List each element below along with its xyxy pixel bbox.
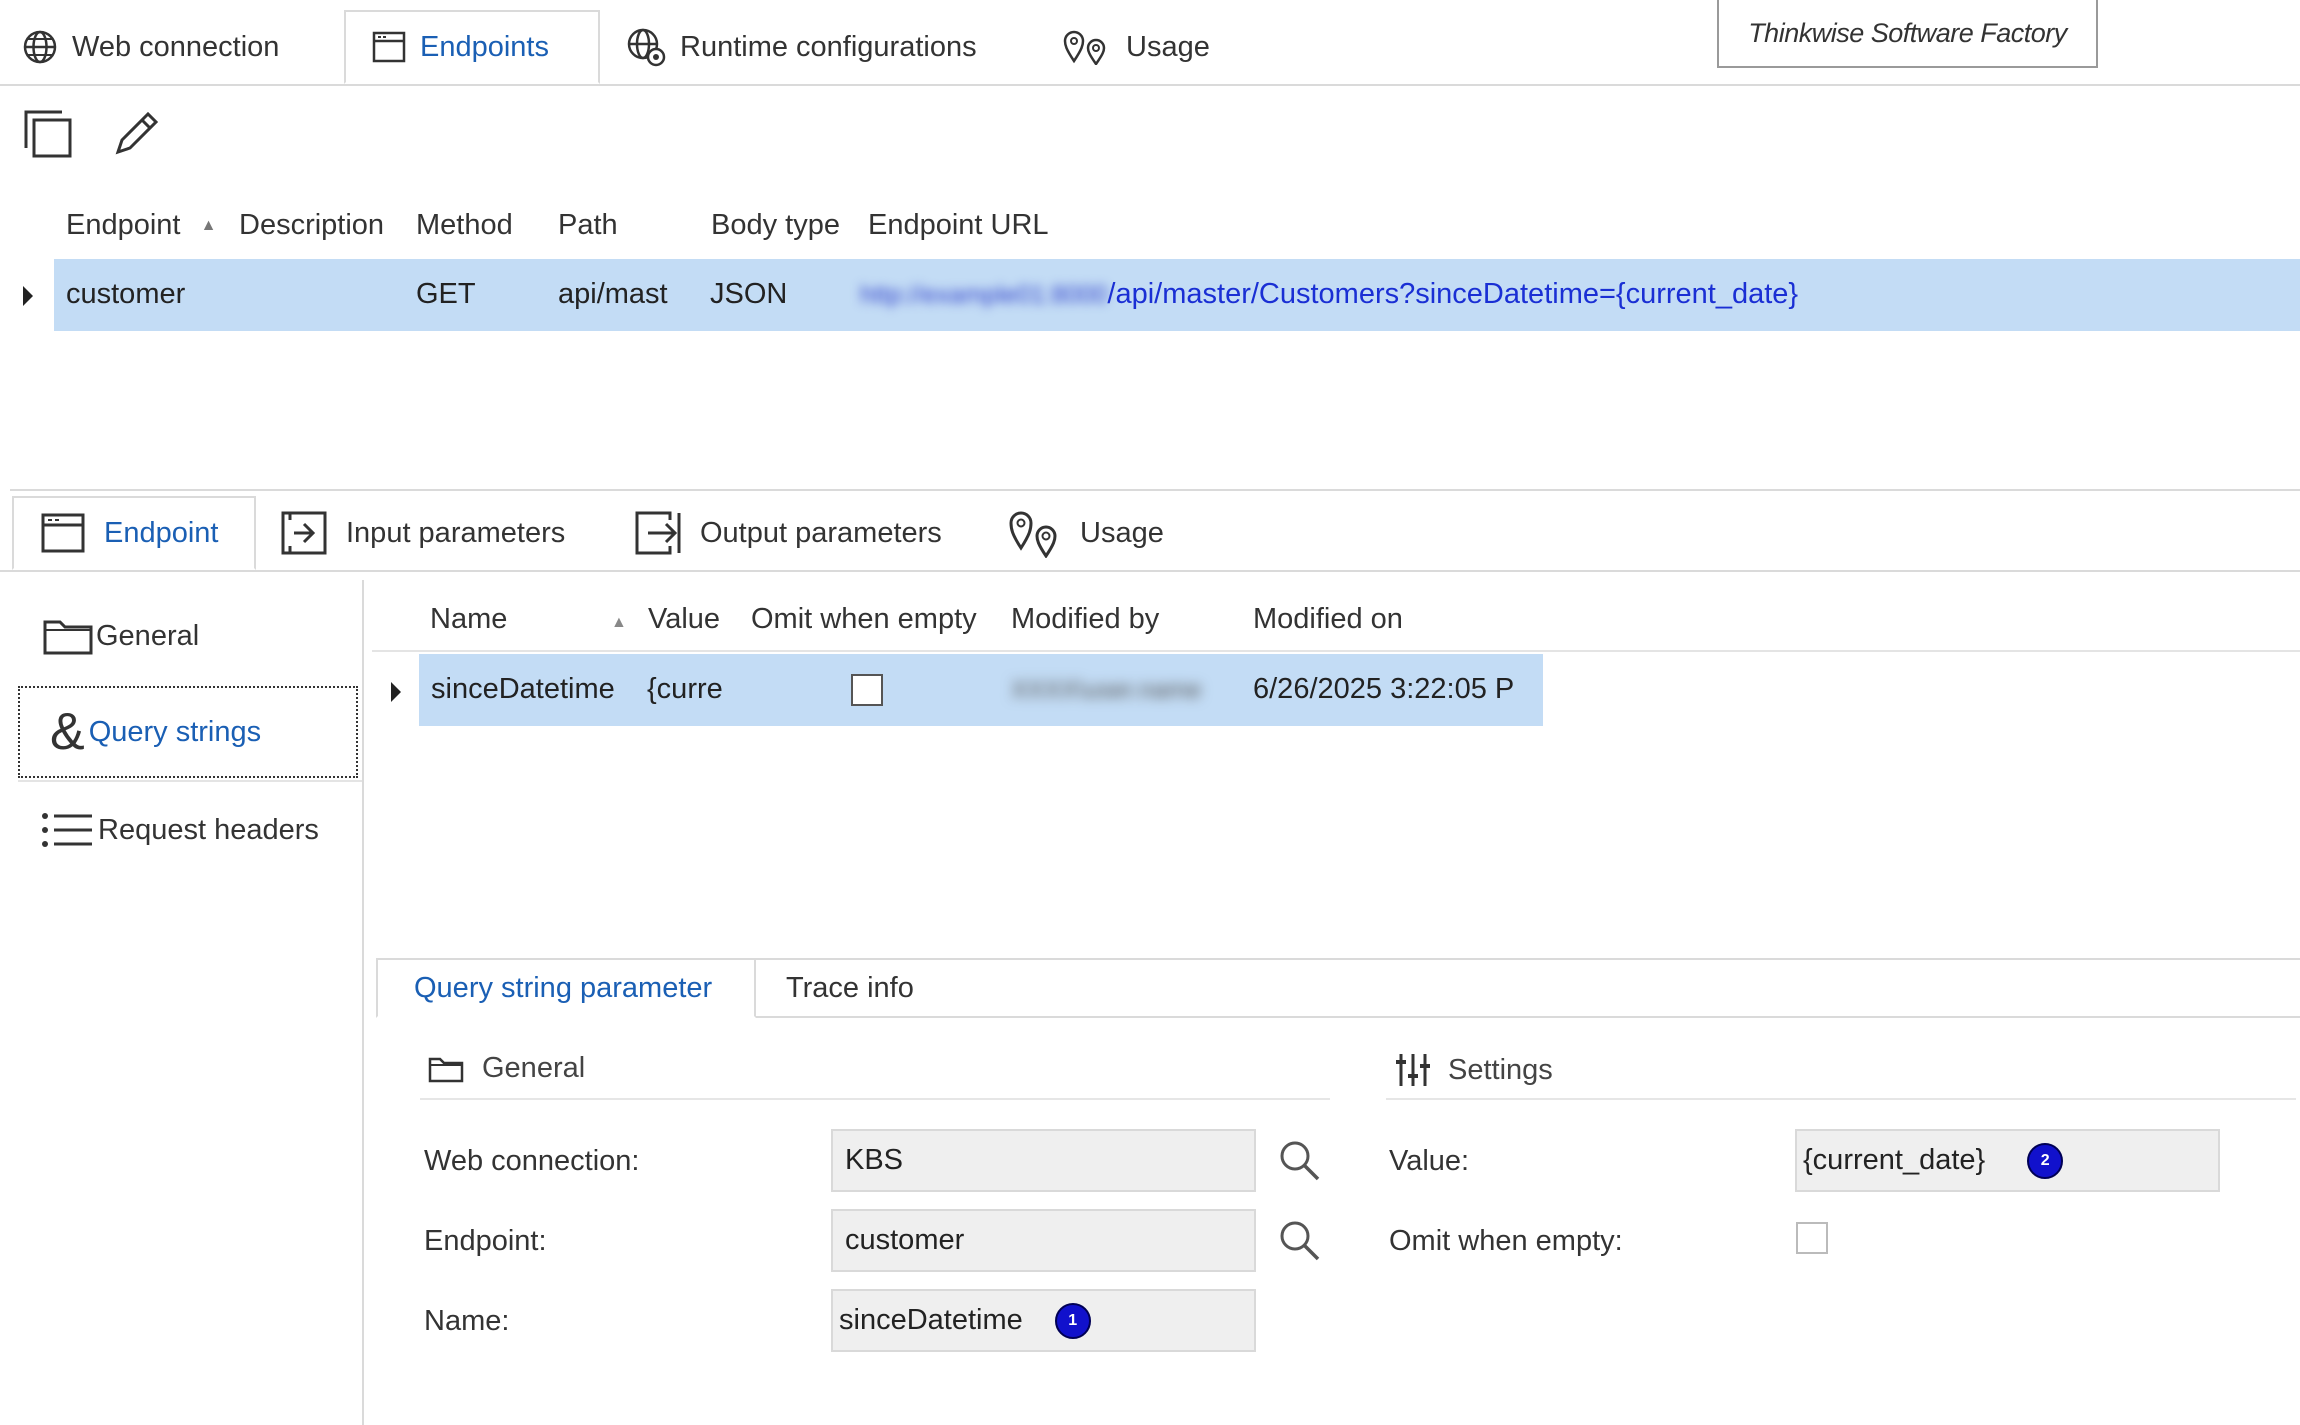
- web-connection-lookup-button[interactable]: [1278, 1139, 1322, 1183]
- tab-endpoint[interactable]: Endpoint: [12, 496, 256, 570]
- cell-method: GET: [416, 278, 476, 310]
- row-expand-icon[interactable]: [388, 679, 404, 705]
- edit-button[interactable]: [110, 108, 162, 160]
- annotation-badge: 1: [1054, 1302, 1091, 1339]
- endpoint-lookup-button[interactable]: [1278, 1219, 1322, 1263]
- tab-usage[interactable]: Usage: [1008, 496, 1164, 570]
- nav-item-general[interactable]: General: [18, 590, 358, 682]
- sub-tab-bar: Endpoint Input parameters Output paramet…: [0, 496, 2300, 572]
- omit-when-empty-checkbox[interactable]: [1796, 1222, 1828, 1254]
- endpoint-field[interactable]: customer: [831, 1209, 1256, 1272]
- output-arrow-icon: [634, 510, 682, 556]
- url-path: /api/master/Customers?sinceDatetime={cur…: [1107, 278, 1799, 310]
- section-settings: Settings: [1396, 1052, 1553, 1088]
- column-header-modified-on[interactable]: Modified on: [1253, 603, 1403, 636]
- tab-runtime-configurations[interactable]: Runtime configurations: [626, 10, 977, 84]
- column-header-description[interactable]: Description: [239, 209, 384, 242]
- table-row[interactable]: sinceDatetime {curre XXXX\user.name 6/26…: [419, 654, 1543, 726]
- cell-modified-by-redacted: XXXX\user.name: [1011, 676, 1202, 704]
- row-expand-icon[interactable]: [20, 283, 36, 309]
- tab-usage[interactable]: Usage: [1062, 10, 1210, 84]
- column-header-name[interactable]: Name: [430, 603, 507, 636]
- divider: [10, 489, 2300, 491]
- endpoint-label: Endpoint:: [424, 1225, 547, 1257]
- column-header-endpoint[interactable]: Endpoint ▲: [66, 209, 216, 242]
- tab-endpoints[interactable]: Endpoints: [344, 10, 600, 84]
- column-header-omit-when-empty[interactable]: Omit when empty: [751, 603, 977, 636]
- nav-item-query-strings[interactable]: & Query strings: [18, 686, 358, 778]
- cell-endpoint: customer: [66, 278, 186, 310]
- column-header-value[interactable]: Value: [648, 603, 720, 636]
- column-header-modified-by[interactable]: Modified by: [1011, 603, 1159, 636]
- tab-label: Usage: [1126, 30, 1210, 63]
- value-field[interactable]: {current_date} 2: [1795, 1129, 2220, 1192]
- sort-ascending-icon: ▲: [611, 614, 627, 631]
- divider: [1386, 1098, 2296, 1100]
- pencil-icon: [110, 108, 162, 160]
- web-connection-label: Web connection:: [424, 1145, 640, 1177]
- search-icon: [1278, 1219, 1322, 1263]
- column-header-method[interactable]: Method: [416, 209, 513, 242]
- url-host-redacted: http://example01:8000: [860, 281, 1108, 309]
- cell-value: {curre: [647, 673, 723, 705]
- ampersand-icon: &: [50, 703, 85, 761]
- globe-gear-icon: [626, 27, 666, 67]
- tab-label: Web connection: [72, 30, 280, 63]
- divider: [420, 1098, 1330, 1100]
- omit-when-empty-checkbox[interactable]: [851, 674, 883, 706]
- tab-input-parameters[interactable]: Input parameters: [280, 496, 565, 570]
- search-icon: [1278, 1139, 1322, 1183]
- tab-trace-info[interactable]: Trace info: [786, 972, 914, 1005]
- tab-query-string-parameter[interactable]: Query string parameter: [376, 958, 756, 1018]
- cell-path: api/mast: [558, 278, 668, 310]
- cell-name: sinceDatetime: [431, 673, 615, 705]
- nav-label: Request headers: [98, 813, 319, 846]
- divider: [372, 650, 2300, 652]
- nav-label: Query strings: [88, 715, 262, 748]
- globe-icon: [22, 29, 58, 65]
- folder-icon: [428, 1055, 464, 1083]
- sliders-icon: [1396, 1052, 1430, 1088]
- tab-label: Input parameters: [346, 516, 566, 549]
- tab-output-parameters[interactable]: Output parameters: [634, 496, 942, 570]
- input-arrow-icon: [280, 510, 328, 556]
- nav-label: General: [96, 619, 200, 652]
- cell-body-type: JSON: [710, 278, 788, 310]
- sort-ascending-icon: ▲: [200, 217, 217, 235]
- copy-button[interactable]: [22, 108, 74, 160]
- name-field[interactable]: sinceDatetime 1: [831, 1289, 1256, 1352]
- divider: [18, 780, 362, 782]
- cell-endpoint-url[interactable]: http://example01:8000/api/master/Custome…: [860, 278, 1798, 311]
- table-row[interactable]: customer GET api/mast JSON http://exampl…: [54, 259, 2300, 331]
- tab-web-connection[interactable]: Web connection: [22, 10, 279, 84]
- name-label: Name:: [424, 1305, 510, 1337]
- column-header-body-type[interactable]: Body type: [711, 209, 840, 242]
- brand-label: Thinkwise Software Factory: [1717, 0, 2098, 68]
- tab-label: Usage: [1080, 516, 1164, 549]
- copy-icon: [22, 108, 74, 160]
- column-header-endpoint-url[interactable]: Endpoint URL: [868, 209, 1049, 242]
- window-icon: [372, 31, 406, 63]
- window-icon: [40, 512, 86, 554]
- tab-label: Runtime configurations: [680, 30, 977, 63]
- annotation-badge: 2: [2027, 1142, 2064, 1179]
- location-pins-icon: [1008, 508, 1062, 558]
- tab-label: Trace info: [786, 972, 914, 1004]
- web-connection-field[interactable]: KBS: [831, 1129, 1256, 1192]
- tab-label: Output parameters: [700, 516, 942, 549]
- tab-label: Endpoints: [420, 30, 549, 63]
- cell-modified-on: 6/26/2025 3:22:05 P: [1253, 673, 1515, 705]
- nav-item-request-headers[interactable]: Request headers: [18, 784, 358, 876]
- column-header-path[interactable]: Path: [558, 209, 618, 242]
- folder-icon: [42, 616, 94, 656]
- section-general: General: [428, 1052, 585, 1085]
- value-label: Value:: [1389, 1145, 1470, 1177]
- location-pins-icon: [1062, 29, 1112, 65]
- list-icon: [40, 810, 94, 850]
- tab-label: Endpoint: [104, 516, 219, 549]
- tab-label: Query string parameter: [414, 971, 713, 1004]
- omit-when-empty-label: Omit when empty:: [1389, 1225, 1623, 1257]
